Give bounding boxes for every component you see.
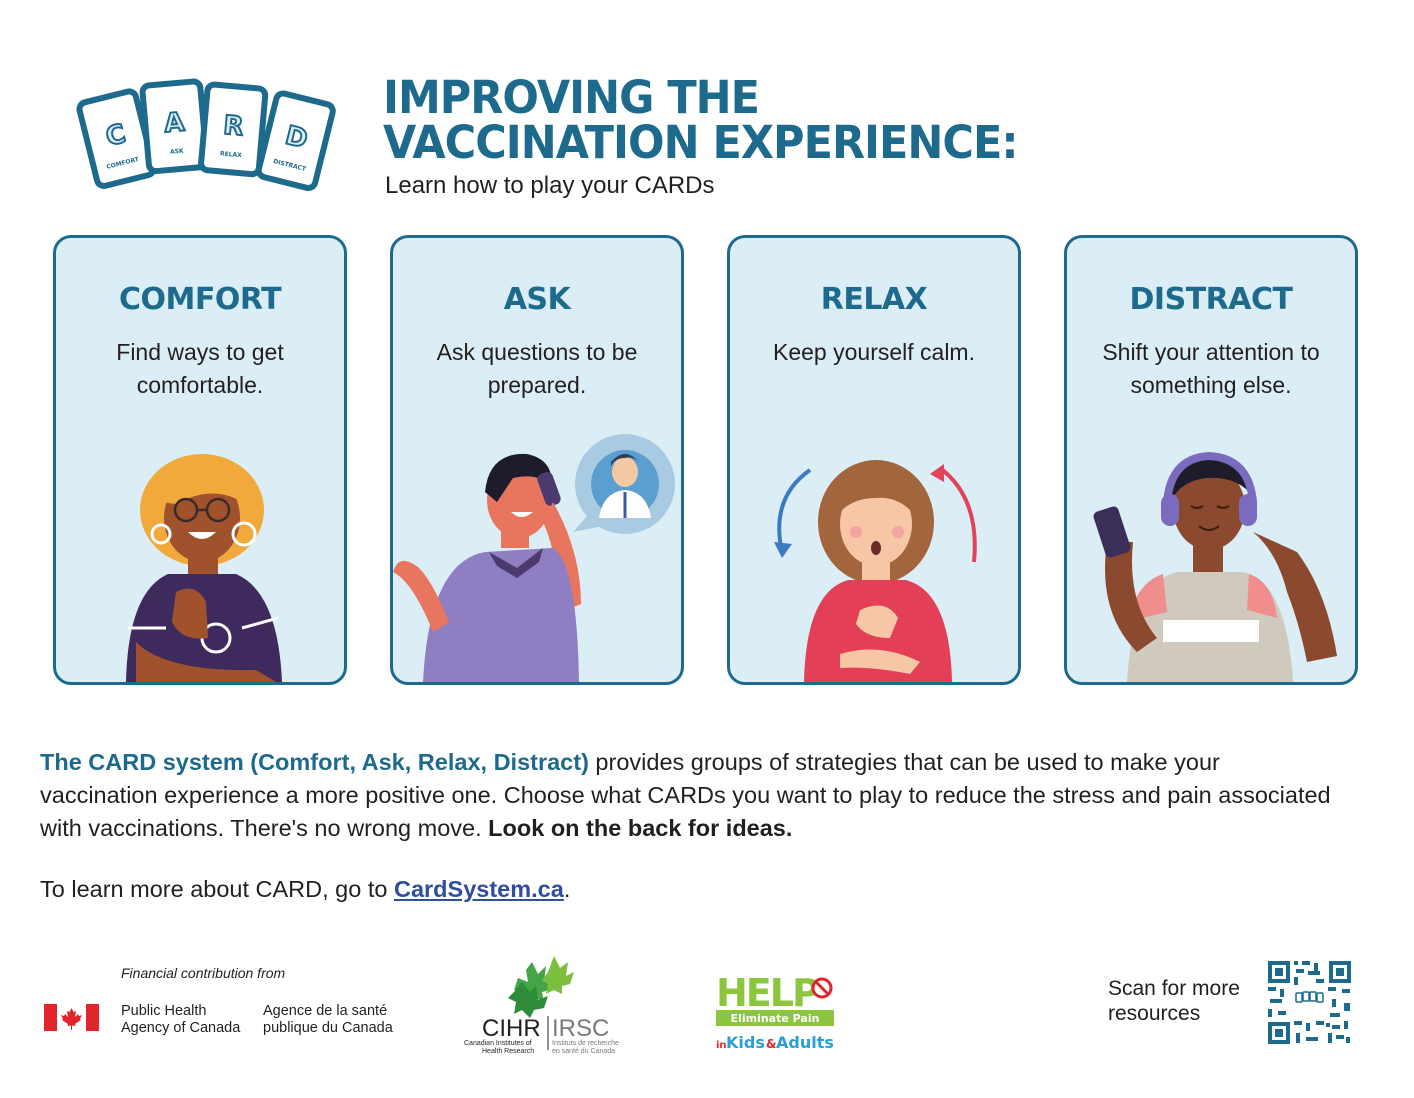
svg-text:en santé du Canada: en santé du Canada bbox=[552, 1048, 615, 1055]
description-highlight: The CARD system (Comfort, Ask, Relax, Di… bbox=[40, 749, 589, 775]
card-system-description: The CARD system (Comfort, Ask, Relax, Di… bbox=[40, 746, 1340, 845]
help-eliminate-pain-logo: HELP Eliminate Pain in Kids & Adults bbox=[716, 971, 834, 1052]
svg-text:Eliminate Pain: Eliminate Pain bbox=[731, 1012, 820, 1025]
svg-text:Adults: Adults bbox=[776, 1033, 834, 1052]
qr-code[interactable] bbox=[1266, 959, 1353, 1046]
financial-contribution-label: Financial contribution from bbox=[121, 965, 286, 981]
logo-letter-a: A bbox=[163, 108, 186, 140]
svg-text:in: in bbox=[716, 1040, 727, 1051]
description-bold-end: Look on the back for ideas. bbox=[488, 815, 793, 841]
card-title: DISTRACT bbox=[1129, 282, 1293, 317]
cihr-irsc-logo: CIHR IRSC Canadian Institutes of Health … bbox=[464, 956, 619, 1055]
svg-text:ASK: ASK bbox=[170, 148, 185, 156]
logo-card-r: R RELAX bbox=[198, 81, 269, 178]
person-with-headphones-illustration bbox=[1093, 451, 1337, 682]
svg-text:Kids: Kids bbox=[726, 1033, 765, 1052]
irsc-abbr: IRSC bbox=[552, 1015, 609, 1042]
cihr-abbr: CIHR bbox=[482, 1015, 541, 1042]
card-title: COMFORT bbox=[118, 282, 282, 317]
card-text: Ask questions to be prepared. bbox=[436, 339, 638, 398]
card-title: RELAX bbox=[820, 282, 928, 317]
woman-with-glasses-illustration bbox=[126, 454, 282, 682]
scan-for-resources-label: Scan for more resources bbox=[1108, 977, 1240, 1025]
help-word: HELP bbox=[716, 971, 819, 1015]
svg-text:Instituts de recherche: Instituts de recherche bbox=[552, 1040, 619, 1047]
logo-card-d: D DISTRACT bbox=[255, 90, 336, 191]
card-ask: ASK Ask questions to be prepared. bbox=[390, 235, 684, 685]
logo-letter-r: R bbox=[222, 111, 245, 143]
page-title: IMPROVING THE VACCINATION EXPERIENCE: bbox=[383, 71, 1083, 170]
canada-flag-icon bbox=[44, 1004, 99, 1031]
svg-text:&: & bbox=[766, 1037, 776, 1051]
logo-card-a: A ASK bbox=[139, 78, 210, 175]
learn-suffix: . bbox=[563, 876, 571, 902]
card-relax: RELAX Keep yourself calm. bbox=[727, 235, 1021, 685]
learn-more-line: To learn more about CARD, go to CardSyst… bbox=[40, 876, 570, 903]
card-text: Keep yourself calm. bbox=[773, 339, 975, 365]
page-subtitle: Learn how to play your CARDs bbox=[385, 172, 715, 199]
svg-text:Canadian Institutes of: Canadian Institutes of bbox=[464, 1040, 532, 1047]
learn-prefix: To learn more about CARD, go to bbox=[40, 876, 394, 902]
cardsystem-link[interactable]: CardSystem.ca bbox=[394, 876, 564, 902]
woman-breathing-illustration bbox=[774, 460, 977, 682]
card-title: ASK bbox=[503, 282, 571, 317]
maple-leaves-icon bbox=[508, 956, 574, 1018]
card-text: Shift your attention to something else. bbox=[1102, 339, 1320, 398]
phac-name-en: Public Health Agency of Canada bbox=[121, 1003, 241, 1036]
phac-name-fr: Agence de la santé publique du Canada bbox=[263, 1003, 393, 1036]
card-logo: C COMFORT A ASK R RELAX D DISTRACT bbox=[76, 78, 336, 191]
card-distract: DISTRACT Shift your attention to somethi… bbox=[1064, 235, 1358, 685]
title-line-2: VACCINATION EXPERIENCE: bbox=[383, 116, 1019, 170]
svg-text:Health Research: Health Research bbox=[482, 1048, 534, 1055]
title-line-1: IMPROVING THE bbox=[383, 71, 760, 125]
card-comfort: COMFORT Find ways to get comfortable. bbox=[53, 235, 347, 685]
card-text: Find ways to get comfortable. bbox=[116, 339, 284, 398]
man-on-phone-illustration bbox=[393, 434, 675, 682]
